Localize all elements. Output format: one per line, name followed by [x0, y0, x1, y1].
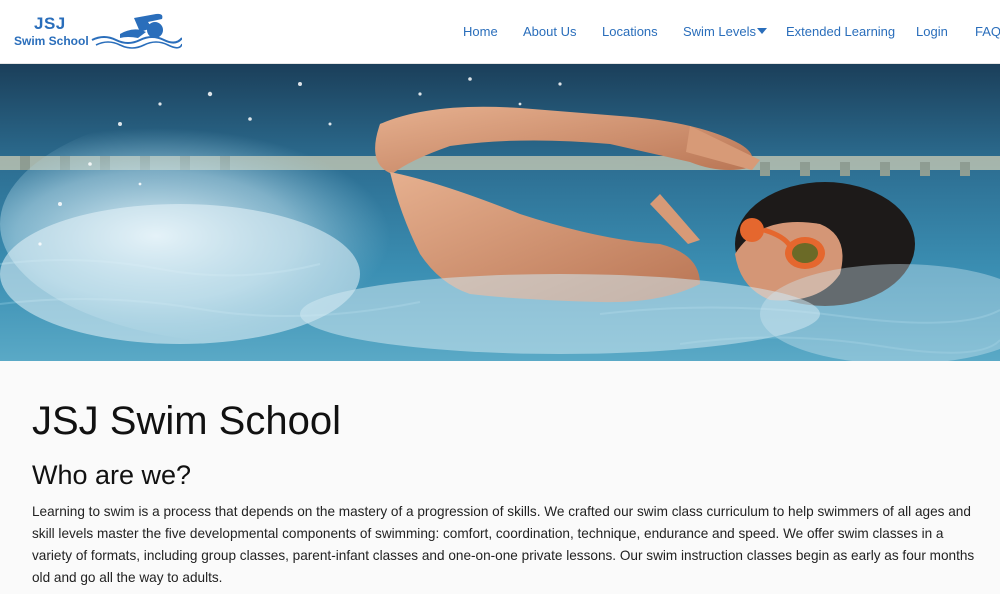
nav-home[interactable]: Home: [463, 24, 498, 39]
section-heading: Who are we?: [32, 460, 192, 490]
intro-paragraph: Learning to swim is a process that depen…: [32, 504, 975, 585]
nav-faq[interactable]: FAQ: [975, 24, 1000, 39]
nav-swim-levels[interactable]: Swim Levels: [683, 24, 756, 39]
main-nav: Home About Us Locations Swim Levels Exte…: [0, 0, 1000, 64]
nav-locations[interactable]: Locations: [602, 24, 658, 39]
top-navbar: JSJ Swim School Home About Us Locations …: [0, 0, 1000, 64]
nav-login[interactable]: Login: [916, 24, 948, 39]
hero-banner-image: [0, 64, 1000, 361]
nav-extended-learning[interactable]: Extended Learning: [786, 24, 895, 39]
nav-about-us[interactable]: About Us: [523, 24, 576, 39]
page-title: JSJ Swim School: [32, 399, 341, 443]
swimmer-photo: [0, 64, 1000, 361]
caret-down-icon[interactable]: [757, 28, 767, 34]
